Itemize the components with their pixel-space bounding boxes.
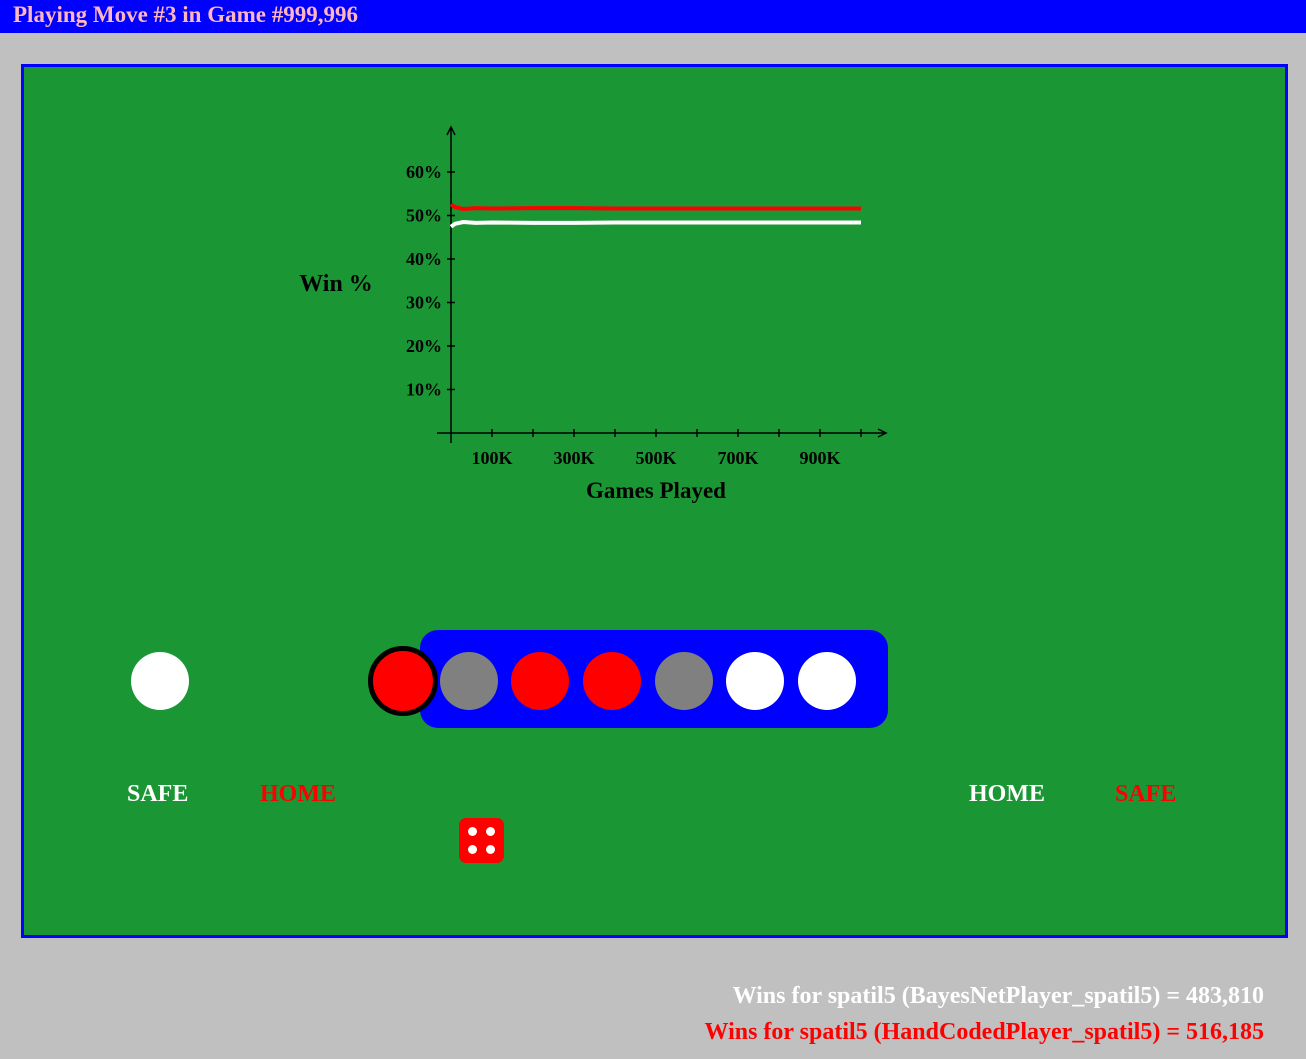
die-pip	[486, 845, 495, 854]
game-title: Playing Move #3 in Game #999,996	[13, 2, 358, 27]
x-tick-label: 100K	[471, 448, 512, 468]
game-board: 10% 20% 30% 40% 50% 60% 100K 300K 500K 700K 900K W…	[21, 64, 1288, 938]
series-line-red	[449, 202, 861, 211]
series-line-white	[449, 220, 861, 229]
y-tick-label: 10%	[406, 380, 442, 400]
red-piece[interactable]	[511, 652, 569, 710]
x-tick-label: 900K	[799, 448, 840, 468]
y-tick-label: 60%	[406, 162, 442, 182]
empty-slot[interactable]	[655, 652, 713, 710]
red-player-score: Wins for spatil5 (HandCodedPlayer_spatil…	[704, 1019, 1265, 1045]
x-tick-label: 300K	[553, 448, 594, 468]
die-pip	[468, 845, 477, 854]
left-safe-label: SAFE	[127, 781, 189, 807]
y-tick-label: 40%	[406, 249, 442, 269]
empty-slot[interactable]	[440, 652, 498, 710]
win-rate-chart: 10% 20% 30% 40% 50% 60% 100K 300K 500K 700K 900K W…	[299, 125, 888, 503]
right-home-label: HOME	[969, 781, 1045, 807]
y-tick-label: 30%	[406, 293, 442, 313]
red-piece[interactable]	[368, 646, 438, 716]
y-tick-label: 20%	[406, 336, 442, 356]
right-safe-label: SAFE	[1115, 781, 1177, 807]
chart-x-label: Games Played	[586, 478, 726, 503]
white-safe-piece[interactable]	[131, 652, 189, 710]
white-player-score: Wins for spatil5 (BayesNetPlayer_spatil5…	[732, 983, 1264, 1009]
red-piece[interactable]	[583, 652, 641, 710]
left-home-label: HOME	[260, 781, 336, 807]
die-pip	[486, 827, 495, 836]
title-bar: Playing Move #3 in Game #999,996	[0, 0, 1306, 33]
die[interactable]	[459, 818, 504, 863]
chart-y-label: Win %	[299, 271, 373, 297]
white-piece[interactable]	[798, 652, 856, 710]
x-tick-label: 700K	[717, 448, 758, 468]
x-tick-label: 500K	[635, 448, 676, 468]
white-piece[interactable]	[726, 652, 784, 710]
die-pip	[468, 827, 477, 836]
y-tick-label: 50%	[406, 206, 442, 226]
